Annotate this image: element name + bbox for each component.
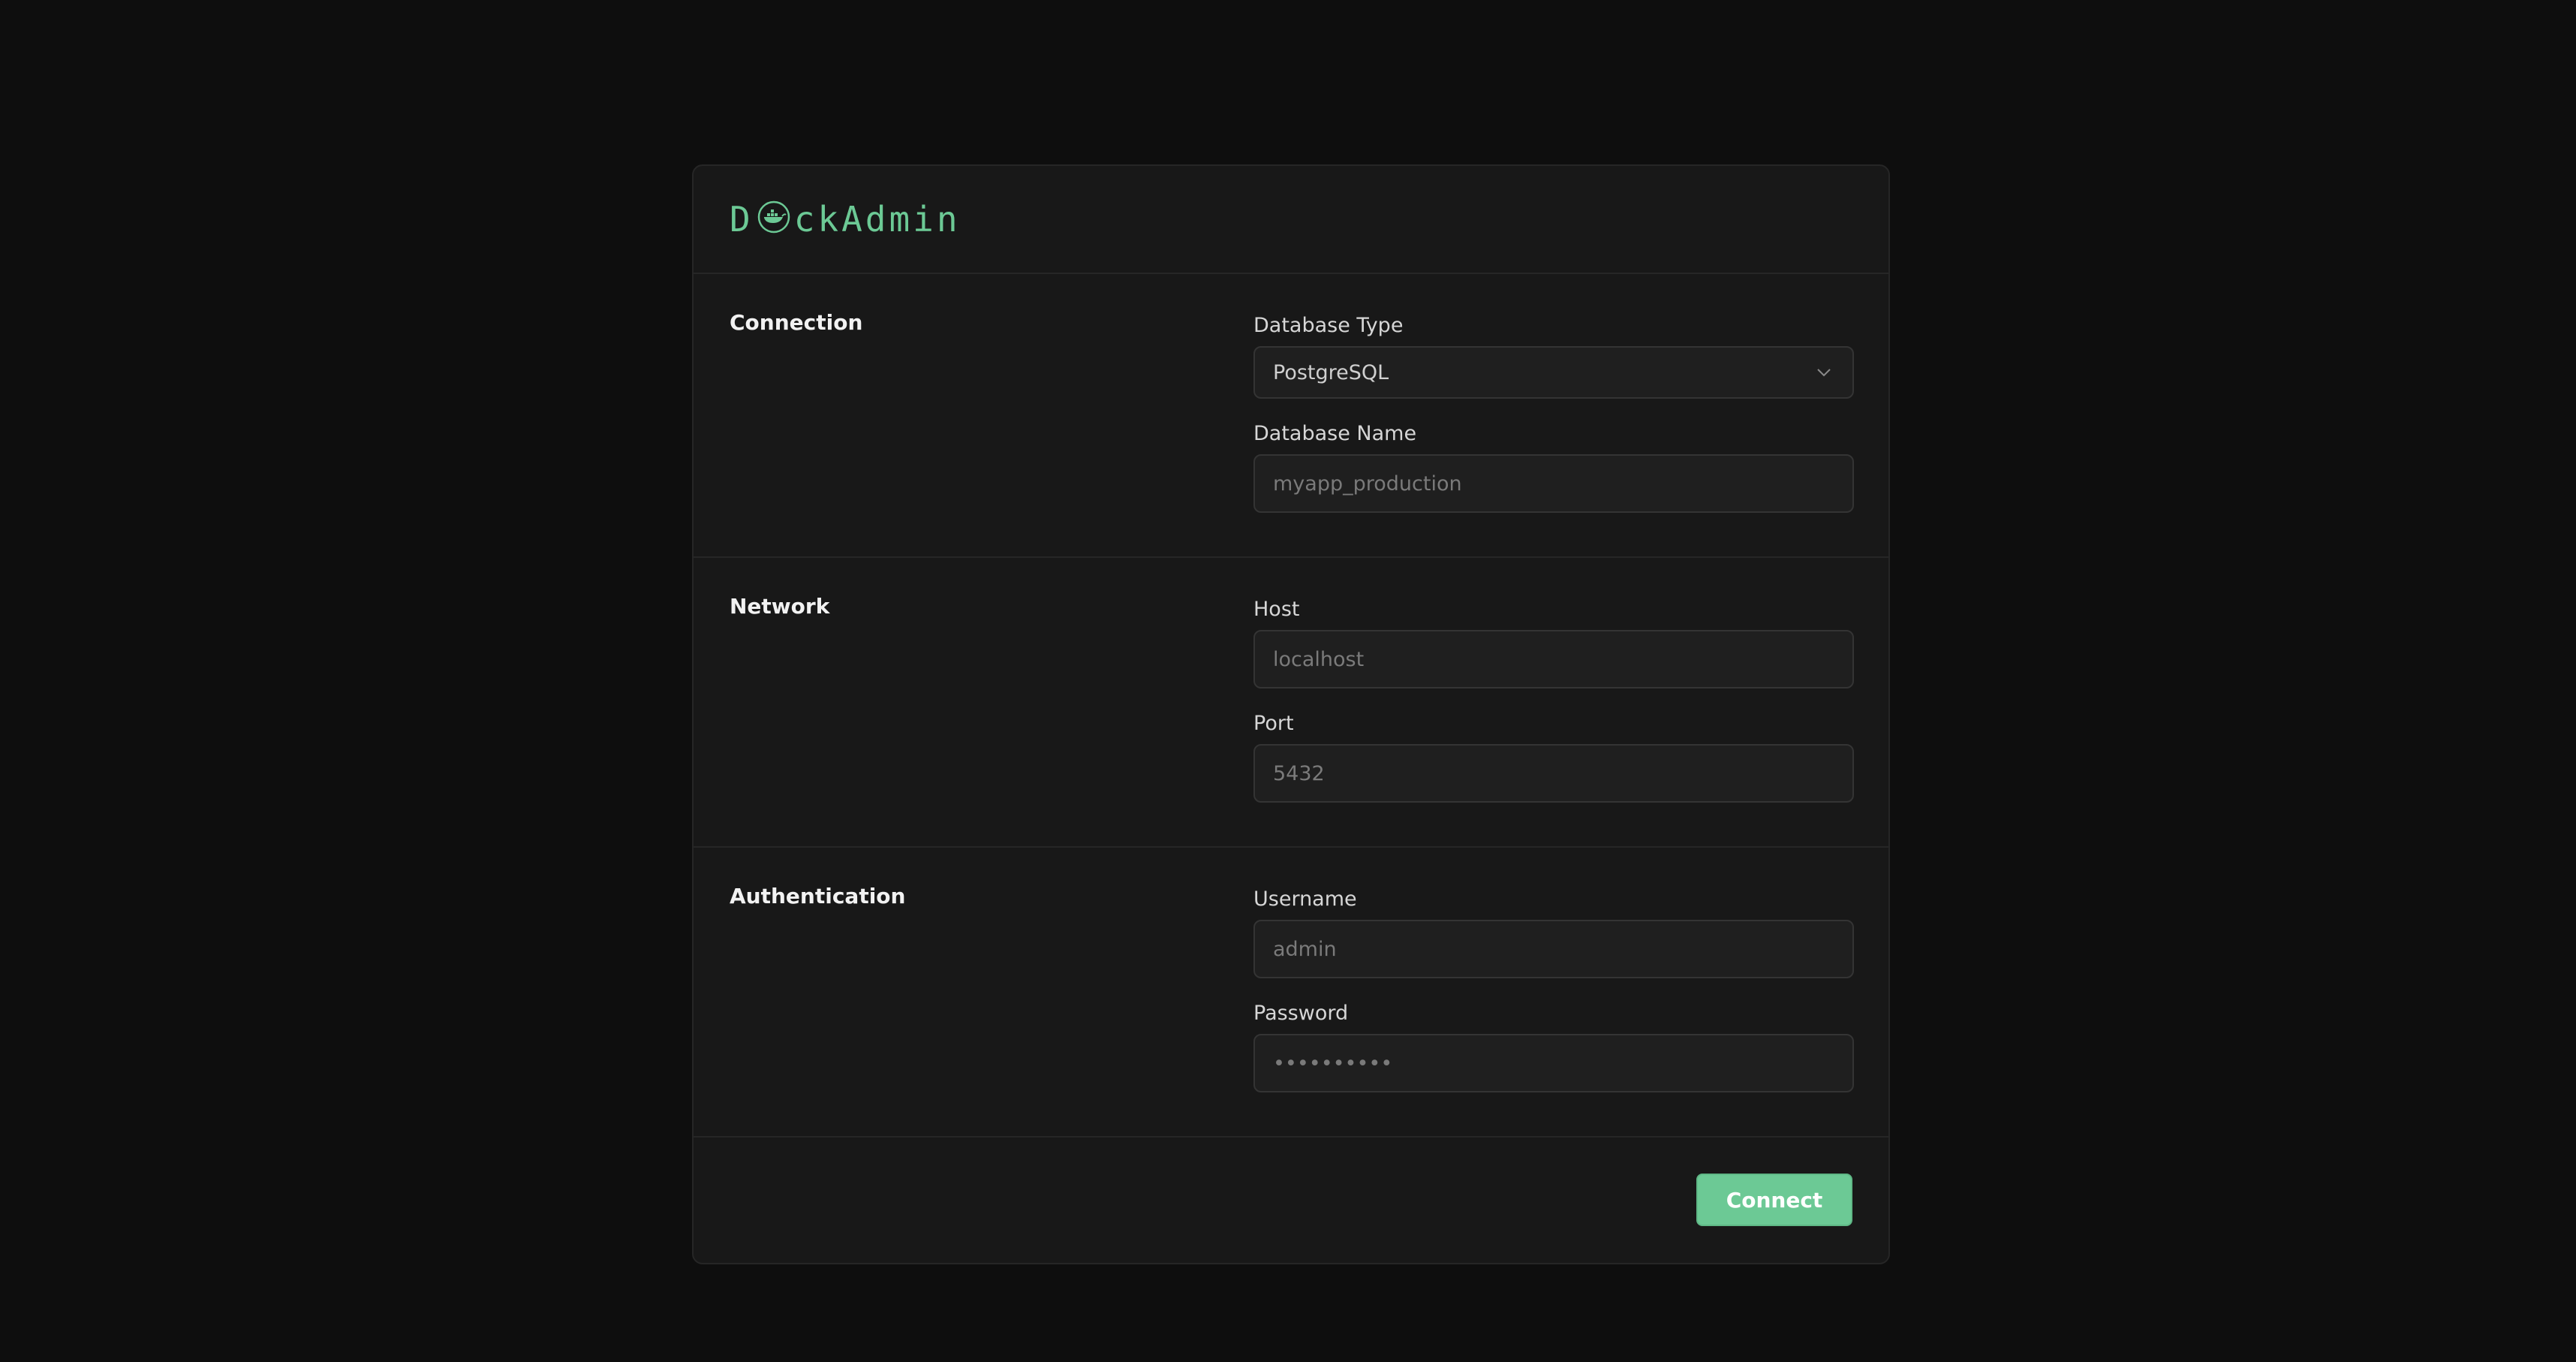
network-fields: Host Port xyxy=(1253,597,1854,803)
username-input[interactable] xyxy=(1253,920,1854,978)
database-name-label: Database Name xyxy=(1253,422,1417,445)
chevron-down-icon xyxy=(1813,362,1834,383)
section-title-authentication: Authentication xyxy=(730,884,906,909)
database-name-field: Database Name xyxy=(1253,421,1854,513)
port-input[interactable] xyxy=(1253,744,1854,803)
card-footer: Connect xyxy=(694,1138,1888,1263)
port-label: Port xyxy=(1253,712,1294,735)
host-field: Host xyxy=(1253,597,1854,689)
authentication-fields: Username Password xyxy=(1253,887,1854,1092)
database-name-input[interactable] xyxy=(1253,454,1854,513)
password-field: Password xyxy=(1253,1001,1854,1092)
database-type-value: PostgreSQL xyxy=(1273,360,1389,384)
connect-button[interactable]: Connect xyxy=(1696,1174,1852,1226)
password-label: Password xyxy=(1253,1002,1349,1025)
password-input[interactable] xyxy=(1253,1034,1854,1092)
card-header: D ckAdmin xyxy=(694,166,1888,274)
section-title-connection: Connection xyxy=(730,310,863,335)
whale-icon xyxy=(757,200,791,240)
database-type-select[interactable]: PostgreSQL xyxy=(1253,346,1854,399)
section-title-network: Network xyxy=(730,594,830,619)
host-input[interactable] xyxy=(1253,630,1854,689)
connection-card: D ckAdmin Connection Database Type Postg… xyxy=(692,164,1890,1264)
dockadmin-logo: D ckAdmin xyxy=(730,200,961,240)
authentication-section: Authentication Username Password xyxy=(694,848,1888,1138)
username-label: Username xyxy=(1253,887,1357,911)
database-type-label: Database Type xyxy=(1253,314,1404,337)
host-label: Host xyxy=(1253,598,1300,621)
connection-fields: Database Type PostgreSQL Database Name xyxy=(1253,313,1854,513)
database-type-field: Database Type PostgreSQL xyxy=(1253,313,1854,399)
port-field: Port xyxy=(1253,711,1854,803)
connection-section: Connection Database Type PostgreSQL Data… xyxy=(694,274,1888,558)
username-field: Username xyxy=(1253,887,1854,978)
network-section: Network Host Port xyxy=(694,558,1888,848)
logo-text-suffix: ckAdmin xyxy=(793,199,961,240)
logo-text-prefix: D xyxy=(730,199,754,240)
